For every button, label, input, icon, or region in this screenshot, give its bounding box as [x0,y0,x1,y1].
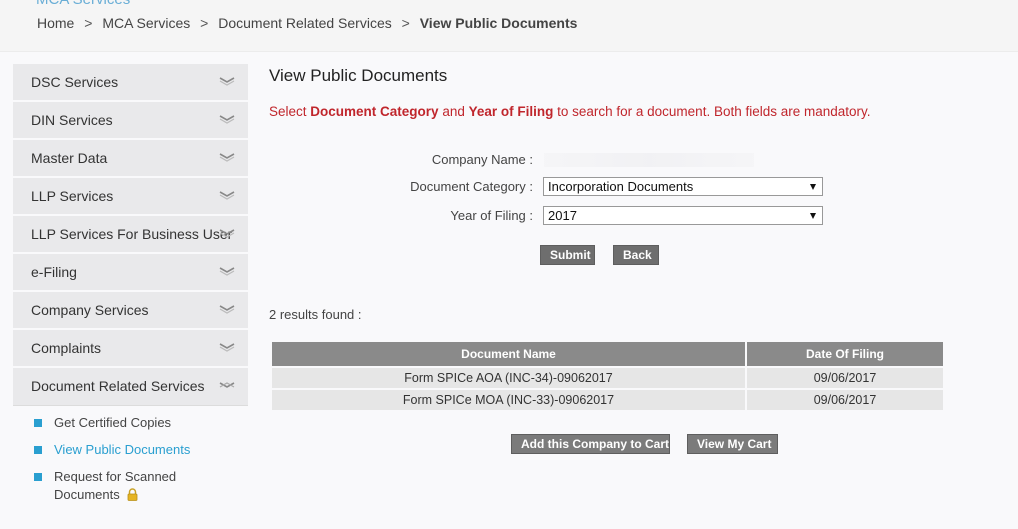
instruction-field-year-of-filing: Year of Filing [468,104,554,119]
column-header-date-of-filing: Date Of Filing [747,342,943,366]
sidebar-item-label: Master Data [31,150,108,166]
breadcrumb-home[interactable]: Home [37,15,74,31]
sidebar-item-e-filing[interactable]: e-Filing [13,254,248,292]
sidebar-item-din-services[interactable]: DIN Services [13,102,248,140]
document-category-value: Incorporation Documents [548,179,694,194]
instruction-prefix: Select [269,104,311,119]
breadcrumb-mca-services[interactable]: MCA Services [102,15,190,31]
table-header-row: Document Name Date Of Filing [272,342,943,366]
main-area: DSC Services DIN Services Master Data LL… [0,52,1018,529]
instruction-field-document-category: Document Category [310,104,439,119]
submenu-item-label: Request for Scanned Documents [54,469,177,502]
document-category-row: Document Category : Incorporation Docume… [269,177,869,197]
sidebar-item-label: Company Services [31,302,149,318]
bullet-square-icon [34,419,42,427]
instruction-text: Select Document Category and Year of Fil… [269,104,871,119]
breadcrumb: Home > MCA Services > Document Related S… [37,15,577,31]
view-my-cart-button[interactable]: View My Cart [687,434,778,454]
sidebar-item-dsc-services[interactable]: DSC Services [13,64,248,102]
section-title: MCA Services [36,0,130,8]
submenu-item-label: View Public Documents [54,442,191,457]
chevron-down-icon [219,229,235,238]
instruction-suffix: to search for a document. Both fields ar… [553,104,871,119]
sidebar: DSC Services DIN Services Master Data LL… [13,64,248,513]
instruction-middle: and [438,104,469,119]
breadcrumb-separator: > [84,15,93,31]
documents-table: Document Name Date Of Filing Form SPICe … [270,340,945,412]
sidebar-item-label: e-Filing [31,264,77,280]
document-name-cell[interactable]: Form SPICe MOA (INC-33)-09062017 [272,390,745,410]
sidebar-item-label: Complaints [31,340,102,356]
sidebar-item-label: DIN Services [31,112,113,128]
company-name-value [544,153,754,167]
breadcrumb-separator: > [200,15,209,31]
year-of-filing-value: 2017 [548,208,577,223]
submenu-item-request-scanned-documents[interactable]: Request for Scanned Documents [13,468,203,504]
sidebar-item-document-related-services[interactable]: Document Related Services [13,368,248,406]
year-of-filing-row: Year of Filing : 2017 [269,206,869,226]
document-category-select[interactable]: Incorporation Documents [543,177,823,196]
breadcrumb-current: View Public Documents [419,15,578,31]
chevron-down-icon [219,77,235,86]
sidebar-item-master-data[interactable]: Master Data [13,140,248,178]
header-band: MCA Services Home > MCA Services > Docum… [0,0,1018,52]
submit-button[interactable]: Submit [540,245,595,265]
submenu-item-label: Get Certified Copies [54,415,172,430]
document-name-cell[interactable]: Form SPICe AOA (INC-34)-09062017 [272,368,745,388]
submenu-item-view-public-documents[interactable]: View Public Documents [13,441,203,459]
breadcrumb-document-related-services[interactable]: Document Related Services [218,15,392,31]
sidebar-item-label: Document Related Services [31,378,205,394]
sidebar-item-label: LLP Services [31,188,114,204]
breadcrumb-separator: > [401,15,410,31]
chevron-down-icon [219,267,235,276]
chevron-down-icon [219,153,235,162]
page-title: View Public Documents [269,66,448,85]
date-of-filing-cell: 09/06/2017 [747,368,943,388]
table-row[interactable]: Form SPICe MOA (INC-33)-09062017 09/06/2… [272,390,943,410]
company-name-label: Company Name : [431,152,533,167]
sidebar-item-llp-business-user[interactable]: LLP Services For Business User [13,216,248,254]
sidebar-item-company-services[interactable]: Company Services [13,292,248,330]
column-header-document-name: Document Name [272,342,745,366]
submenu-item-get-certified-copies[interactable]: Get Certified Copies [13,414,203,432]
dropdown-arrow-icon [810,184,816,190]
add-company-to-cart-button[interactable]: Add this Company to Cart [511,434,670,454]
chevron-down-icon [219,115,235,124]
bullet-square-icon [34,446,42,454]
chevron-down-icon [219,343,235,352]
company-name-row: Company Name : [269,150,869,170]
back-button[interactable]: Back [613,245,659,265]
bullet-square-icon [34,473,42,481]
sidebar-item-llp-services[interactable]: LLP Services [13,178,248,216]
year-of-filing-label: Year of Filing : [450,208,533,223]
lock-icon [127,488,138,501]
table-row[interactable]: Form SPICe AOA (INC-34)-09062017 09/06/2… [272,368,943,388]
document-category-label: Document Category : [410,179,533,194]
chevron-up-icon [219,382,235,388]
document-services-submenu: Get Certified Copies View Public Documen… [13,406,248,504]
sidebar-item-label: DSC Services [31,74,119,90]
year-of-filing-select[interactable]: 2017 [543,206,823,225]
date-of-filing-cell: 09/06/2017 [747,390,943,410]
sidebar-item-label: LLP Services For Business User [31,226,233,242]
sidebar-item-complaints[interactable]: Complaints [13,330,248,368]
chevron-down-icon [219,191,235,200]
results-count: 2 results found : [269,307,362,322]
dropdown-arrow-icon [810,213,816,219]
chevron-down-icon [219,305,235,314]
